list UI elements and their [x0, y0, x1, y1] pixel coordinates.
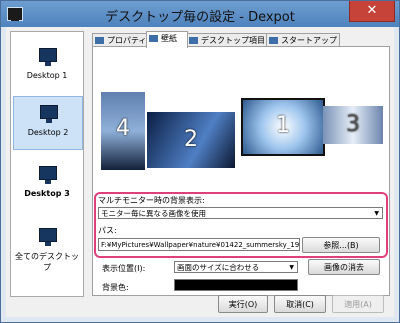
tab-startup[interactable]: スタートアップ	[266, 33, 340, 47]
chevron-down-icon: ▼	[374, 210, 379, 217]
tab-label: 壁紙	[161, 34, 177, 43]
monitor-number: 3	[346, 112, 360, 137]
monitor-icon	[39, 166, 57, 184]
display-position-value: 画面のサイズに合わせる	[177, 263, 260, 272]
cancel-button[interactable]: 取消(C)	[274, 295, 326, 313]
window-title: デスクトップ毎の設定 - Dexpot	[105, 10, 295, 25]
sidebar-item-desktop-2[interactable]: Desktop 2	[13, 96, 83, 150]
multi-monitor-value: モニター毎に異なる画像を使用	[101, 209, 206, 218]
monitor-icon	[40, 105, 58, 123]
chevron-down-icon: ▼	[289, 264, 294, 271]
sidebar-item-desktop-1[interactable]: Desktop 1	[13, 40, 81, 92]
tab-wallpaper[interactable]: 壁紙	[146, 31, 188, 48]
display-position-select[interactable]: 画面のサイズに合わせる ▼	[174, 261, 298, 273]
sidebar-item-desktop-3[interactable]: Desktop 3	[13, 158, 81, 210]
multi-monitor-label: マルチモニター時の背景表示:	[98, 196, 205, 205]
desktop-items-icon	[189, 37, 198, 44]
monitor-icon	[39, 48, 57, 66]
browse-button[interactable]: 参照...(B)	[302, 237, 380, 253]
wallpaper-icon	[149, 35, 158, 42]
monitor-number: 4	[116, 116, 130, 141]
monitor-icon	[39, 228, 57, 246]
multi-monitor-select[interactable]: モニター毎に異なる画像を使用 ▼	[98, 207, 383, 219]
monitor-preview: 4 2 1 3	[101, 92, 384, 170]
startup-icon	[269, 37, 278, 44]
sidebar-item-label: 全てのデスクトップ	[15, 252, 79, 272]
title-bar: デスクトップ毎の設定 - Dexpot ✕	[1, 1, 399, 27]
sidebar-item-all-desktops[interactable]: 全てのデスクトップ	[13, 220, 81, 272]
close-button[interactable]: ✕	[349, 1, 395, 22]
sidebar-item-label: Desktop 2	[27, 128, 69, 137]
path-label: パス:	[98, 226, 117, 235]
clear-image-button[interactable]: 画像の消去	[308, 259, 380, 275]
apply-button[interactable]: 適用(A)	[332, 295, 384, 313]
tab-desktop-items[interactable]: デスクトップ項目	[186, 33, 268, 47]
background-color-swatch[interactable]	[174, 279, 298, 291]
desktop-list: Desktop 1 Desktop 2 Desktop 3 全てのデスクトップ	[10, 31, 84, 297]
dexpot-settings-window: デスクトップ毎の設定 - Dexpot ✕ Desktop 1 Desktop …	[0, 0, 400, 323]
tab-strip: プロパティ 壁紙 デスクトップ項目 スタートアップ	[92, 31, 388, 48]
sidebar-item-label: Desktop 3	[24, 189, 70, 198]
monitor-3-preview[interactable]: 3	[323, 106, 383, 144]
path-input[interactable]: F:¥MyPictures¥Wallpaper¥nature¥01422_sum…	[98, 238, 300, 251]
monitor-4-preview[interactable]: 4	[101, 92, 145, 170]
properties-icon	[95, 37, 104, 44]
display-position-label: 表示位置(I):	[102, 264, 146, 273]
monitor-2-preview[interactable]: 2	[147, 112, 235, 168]
monitor-number: 1	[276, 113, 290, 138]
sidebar-item-label: Desktop 1	[26, 71, 68, 80]
tab-label: スタートアップ	[281, 36, 337, 45]
ok-button[interactable]: 実行(O)	[218, 295, 268, 313]
monitor-1-preview[interactable]: 1	[241, 98, 325, 156]
background-color-label: 背景色:	[102, 283, 129, 292]
client-area: Desktop 1 Desktop 2 Desktop 3 全てのデスクトップ …	[6, 27, 394, 317]
tab-label: デスクトップ項目	[201, 36, 265, 45]
tab-label: プロパティ	[107, 36, 147, 45]
monitor-number: 2	[184, 127, 198, 152]
tab-properties[interactable]: プロパティ	[92, 33, 148, 47]
